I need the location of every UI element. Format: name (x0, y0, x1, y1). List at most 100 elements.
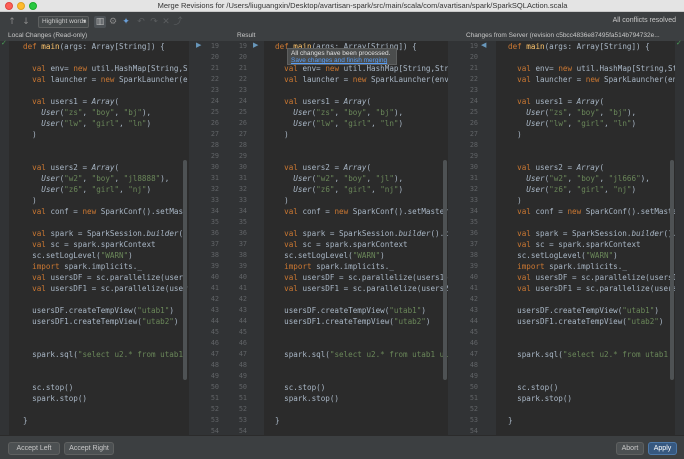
minimize-window-button[interactable] (17, 2, 25, 10)
line-number: 38 (238, 251, 247, 259)
line-number: 27 (238, 130, 247, 138)
line-number: 32 (469, 185, 478, 193)
code-line: val launcher = new SparkLauncher(e (32, 75, 188, 84)
code-line: spark.stop() (275, 394, 340, 403)
line-number: 35 (469, 218, 478, 226)
line-number: 21 (210, 64, 219, 72)
line-number: 51 (469, 394, 478, 402)
window-title: Merge Revisions for /Users/liuguangxin/D… (157, 1, 568, 10)
code-line: } (275, 416, 280, 425)
line-number: 51 (238, 394, 247, 402)
redo-icon[interactable]: ↷ (148, 16, 160, 28)
columns-icon[interactable]: ▥ (94, 16, 106, 28)
code-line: User("zs", "boy", "bj"), (526, 108, 637, 117)
local-changes-editor[interactable]: def main(args: Array[String]) { val env=… (9, 41, 189, 435)
close-window-button[interactable] (5, 2, 13, 10)
result-panel-header: Result (237, 32, 256, 39)
line-number: 41 (210, 284, 219, 292)
line-number: 50 (210, 383, 219, 391)
code-line: val launcher = new SparkLauncher(env (517, 75, 675, 84)
accept-left-button[interactable]: Accept Left (8, 442, 60, 455)
accept-left-arrow-icon-2[interactable]: ▶ (253, 41, 258, 49)
line-number: 29 (238, 152, 247, 160)
line-number: 43 (210, 306, 219, 314)
line-number: 35 (238, 218, 247, 226)
result-editor[interactable]: def main(args: Array[String]) { val env=… (264, 41, 448, 435)
code-line: val users1 = Array( (284, 97, 372, 106)
line-number: 25 (238, 108, 247, 116)
line-number: 43 (238, 306, 247, 314)
abort-button[interactable]: Abort (616, 442, 644, 455)
undo-icon[interactable]: ↶ (135, 16, 147, 28)
line-number: 28 (210, 141, 219, 149)
middle-scrollbar[interactable] (443, 160, 447, 380)
accept-right-arrow-icon[interactable]: ◀ (481, 41, 486, 49)
left-editor-margin: ✓ (0, 39, 9, 435)
line-number: 53 (469, 416, 478, 424)
highlight-mode-select[interactable]: Highlight words ▾ (38, 16, 89, 28)
line-number: 37 (210, 240, 219, 248)
server-changes-editor[interactable]: def main(args: Array[String]) { val env=… (496, 41, 675, 435)
code-line: ) (275, 196, 289, 205)
code-line: val spark = SparkSession.builder() (32, 229, 187, 238)
code-line: spark.stop() (508, 394, 573, 403)
cross-icon[interactable]: ✕ (160, 16, 172, 28)
line-number: 45 (469, 328, 478, 336)
line-number: 44 (238, 317, 247, 325)
left-scrollbar[interactable] (183, 160, 187, 380)
line-number: 40 (238, 273, 247, 281)
line-number: 42 (210, 295, 219, 303)
apply-all-icon[interactable]: ⤴ (172, 16, 184, 28)
check-icon: ✓ (676, 39, 682, 47)
line-number: 19 (210, 42, 219, 50)
line-number: 19 (469, 42, 478, 50)
apply-button[interactable]: Apply (648, 442, 677, 455)
line-number: 52 (238, 405, 247, 413)
line-number: 25 (469, 108, 478, 116)
line-number: 54 (469, 427, 478, 435)
line-number: 40 (469, 273, 478, 281)
line-number: 46 (238, 339, 247, 347)
gear-icon[interactable]: ⚙ (107, 16, 119, 28)
code-line: def main(args: Array[String]) { (508, 42, 650, 51)
line-number: 33 (238, 196, 247, 204)
line-number: 26 (238, 119, 247, 127)
code-line: val conf = new SparkConf().setMaster( (284, 207, 448, 216)
right-scrollbar[interactable] (670, 160, 674, 380)
code-line: val users1 = Array( (517, 97, 605, 106)
code-line: User("zs", "boy", "bj"), (293, 108, 404, 117)
line-number: 34 (238, 207, 247, 215)
code-line: sc.stop() (23, 383, 74, 392)
code-line: User("z6", "girl", "nj") (41, 185, 152, 194)
accept-right-button[interactable]: Accept Right (64, 442, 114, 455)
chevron-down-icon: ▾ (82, 19, 86, 25)
code-line: User("lw", "girl", "ln") (293, 119, 404, 128)
right-editor-margin: ✓ (675, 39, 684, 435)
line-number: 41 (238, 284, 247, 292)
line-number: 36 (469, 229, 478, 237)
line-number: 28 (469, 141, 478, 149)
code-line: User("z6", "girl", "nj") (293, 185, 404, 194)
line-number: 49 (469, 372, 478, 380)
code-line: usersDF.createTempView("utab1") (275, 306, 426, 315)
code-line: val launcher = new SparkLauncher(env) (284, 75, 448, 84)
code-line: } (23, 416, 28, 425)
left-result-gutter: ▶ ▶ 19 20 21 22 23 24 25 26 27 28 29 30 31 32 33 34 35 36… (189, 41, 264, 435)
accept-left-arrow-icon[interactable]: ▶ (196, 41, 201, 49)
line-number: 38 (210, 251, 219, 259)
title-bar: Merge Revisions for /Users/liuguangxin/D… (0, 0, 684, 12)
save-and-finish-link[interactable]: Save changes and finish merging (291, 57, 393, 64)
code-line: ) (23, 196, 37, 205)
code-line: usersDF1.createTempView("utab2") (275, 317, 431, 326)
popup-message: All changes have been processed. (291, 50, 391, 57)
magic-resolve-icon[interactable]: ✦ (120, 16, 132, 28)
conflicts-status: All conflicts resolved (612, 17, 676, 24)
line-number: 54 (210, 427, 219, 435)
arrow-up-icon[interactable]: ↑ (6, 16, 18, 28)
code-line: import spark.implicits._ (32, 262, 142, 271)
arrow-down-icon[interactable]: ↓ (20, 16, 32, 28)
line-number: 23 (469, 86, 478, 94)
maximize-window-button[interactable] (29, 2, 37, 10)
toolbar: ↑ ↓ Highlight words ▾ ▥ ⚙ ✦ ↶ ↷ ✕ ⤴ All … (0, 12, 684, 32)
highlight-mode-value: Highlight words (42, 18, 87, 25)
